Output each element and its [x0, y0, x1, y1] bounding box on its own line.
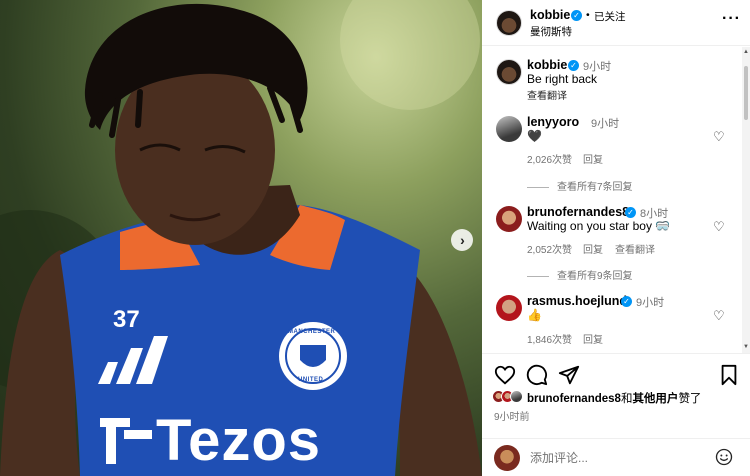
liker-avatar [510, 390, 523, 403]
view-replies-link[interactable]: 查看所有9条回复 [527, 267, 633, 282]
add-comment-bar [482, 438, 750, 476]
post-photo[interactable]: 37 MANCHESTER UNITED Tezos › [0, 0, 482, 476]
comment-avatar[interactable] [496, 116, 522, 142]
comment-username[interactable]: rasmus.hoejlund [527, 294, 627, 308]
comment-username[interactable]: brunofernandes8 [527, 205, 629, 219]
post-time[interactable]: 9小时前 [494, 408, 530, 423]
scrollbar-thumb[interactable] [744, 66, 748, 120]
liked-by-suffix: 赞了 [678, 393, 702, 405]
verified-badge-icon: ✓ [568, 60, 579, 71]
comment-text: 👍 [527, 308, 542, 322]
verified-badge-icon: ✓ [625, 207, 636, 218]
post-header: kobbie ✓ • 已关注 曼彻斯特 ··· [482, 0, 750, 46]
follow-status[interactable]: 已关注 [594, 9, 626, 24]
sponsor-logo: Tezos [100, 412, 321, 470]
share-send-icon[interactable] [558, 364, 580, 386]
sponsor-mark [100, 412, 156, 464]
post-detail-panel: kobbie ✓ • 已关注 曼彻斯特 ··· kobbie ✓ 9小时 Be … [482, 0, 750, 476]
chevron-right-icon: › [460, 232, 465, 248]
emoji-smile-icon[interactable] [715, 448, 733, 466]
caption-username[interactable]: kobbie [527, 58, 567, 72]
current-user-avatar [494, 445, 520, 471]
comments-list[interactable]: kobbie ✓ 9小时 Be right back 查看翻译 lenyyoro… [482, 47, 750, 353]
liked-by-text: brunofernandes8和其他用户赞了 [527, 390, 701, 406]
comment-like-heart-icon[interactable]: ♡ [713, 219, 725, 235]
comment-like-count[interactable]: 2,026次赞 [527, 151, 572, 166]
comment-avatar[interactable] [496, 206, 522, 232]
comment-bubble-icon[interactable] [526, 364, 548, 386]
post-actions: brunofernandes8和其他用户赞了 9小时前 [482, 353, 750, 439]
comment-time: 9小时 [636, 297, 665, 309]
player-illustration [0, 0, 482, 476]
comment-text: 🖤 [527, 129, 542, 143]
verified-badge-icon: ✓ [571, 10, 582, 21]
comment-reply-link[interactable]: 回复 [583, 331, 603, 346]
liked-by-joiner: 和 [620, 393, 633, 405]
comment-text: Waiting on you star boy 🥽 [527, 219, 671, 233]
comment-avatar[interactable] [496, 295, 522, 321]
author-username[interactable]: kobbie [530, 8, 570, 22]
caption-text: Be right back [527, 72, 598, 86]
comment-username[interactable]: lenyyoro [527, 115, 579, 129]
jersey-number: 37 [113, 306, 140, 333]
comment-like-heart-icon[interactable]: ♡ [713, 129, 725, 145]
carousel-next-button[interactable]: › [451, 229, 473, 251]
view-replies-link[interactable]: 查看所有7条回复 [527, 178, 633, 193]
caption-translate-link[interactable]: 查看翻译 [527, 87, 567, 102]
more-options-icon[interactable]: ··· [722, 10, 741, 28]
comment-like-heart-icon[interactable]: ♡ [713, 308, 725, 324]
scroll-down-arrow-icon[interactable]: ▼ [742, 343, 750, 351]
liked-by-username[interactable]: brunofernandes8 [527, 393, 621, 405]
comment-time: 9小时 [591, 118, 620, 130]
post-location[interactable]: 曼彻斯特 [530, 24, 572, 39]
comment-translate-link[interactable]: 查看翻译 [615, 241, 655, 256]
comment-like-count[interactable]: 1,846次赞 [527, 331, 572, 346]
verified-badge-icon: ✓ [621, 296, 632, 307]
crest-text-bottom: UNITED [298, 377, 324, 383]
comment-like-count[interactable]: 2,052次赞 [527, 241, 572, 256]
comment-reply-link[interactable]: 回复 [583, 241, 603, 256]
author-avatar[interactable] [496, 10, 522, 36]
separator-dot: • [586, 9, 590, 21]
comment-input[interactable] [530, 448, 700, 468]
liked-by-others[interactable]: 其他用户 [632, 393, 678, 405]
caption-avatar[interactable] [496, 59, 522, 85]
scroll-up-arrow-icon[interactable]: ▲ [742, 48, 750, 56]
sponsor-text: Tezos [156, 408, 322, 473]
like-heart-icon[interactable] [494, 364, 516, 386]
comment-reply-link[interactable]: 回复 [583, 151, 603, 166]
crest-text-top: MANCHESTER [288, 329, 336, 335]
save-bookmark-icon[interactable] [718, 364, 740, 386]
